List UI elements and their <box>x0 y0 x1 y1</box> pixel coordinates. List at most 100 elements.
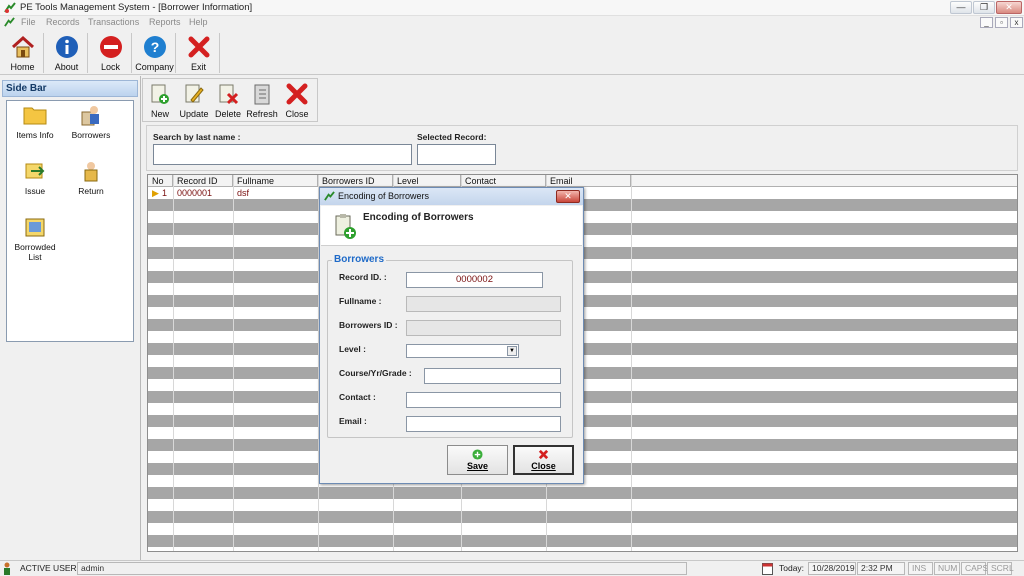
mdi-restore-button[interactable]: ▫ <box>995 17 1008 28</box>
sidebar-item-borrowers[interactable]: Borrowers <box>63 104 119 140</box>
close-label: Close <box>531 461 556 471</box>
save-icon <box>472 449 483 460</box>
column-header[interactable]: Fullname <box>233 175 318 187</box>
active-user-value: admin <box>77 562 687 575</box>
email-label: Email : <box>339 416 367 426</box>
column-header-filler <box>631 175 1017 187</box>
course-label: Course/Yr/Grade : <box>339 368 412 378</box>
column-header[interactable]: Level <box>393 175 461 187</box>
menu-file[interactable]: File <box>21 17 36 27</box>
home-label: Home <box>10 62 35 72</box>
sidebar-item-items-info[interactable]: Items Info <box>7 104 63 140</box>
user-icon <box>81 106 99 126</box>
cell-fullname: dsf <box>237 188 250 198</box>
close-form-button[interactable]: Close <box>281 80 313 120</box>
column-header[interactable]: Contact <box>461 175 546 187</box>
about-label: About <box>54 62 79 72</box>
borrowers-id-field[interactable] <box>406 320 561 336</box>
close-window-button[interactable]: ✕ <box>996 1 1022 14</box>
calendar-icon <box>762 563 773 575</box>
contact-field[interactable] <box>406 392 561 408</box>
column-header[interactable]: Record ID <box>173 175 233 187</box>
minimize-button[interactable]: — <box>950 1 972 14</box>
contact-label: Contact : <box>339 392 376 402</box>
new-button[interactable]: New <box>144 80 176 120</box>
return-icon <box>84 162 98 182</box>
close-icon <box>286 83 308 105</box>
delete-button[interactable]: Delete <box>212 80 244 120</box>
table-row[interactable] <box>148 499 1017 511</box>
dialog-title-bar: Encoding of Borrowers <box>320 188 583 205</box>
ins-indicator: INS <box>908 562 933 575</box>
date-value: 10/28/2019 <box>808 562 856 575</box>
column-header[interactable]: Email <box>546 175 631 187</box>
exit-label: Exit <box>190 62 206 72</box>
new-record-icon <box>151 84 169 104</box>
menu-help[interactable]: Help <box>189 17 208 27</box>
chevron-down-icon[interactable]: ▼ <box>507 346 517 356</box>
folder-icon <box>23 107 47 125</box>
user-icon <box>4 562 10 575</box>
refresh-label: Refresh <box>246 109 278 119</box>
new-record-icon <box>335 214 356 239</box>
sidebar-item-issue[interactable]: Issue <box>7 160 63 196</box>
selected-record-label: Selected Record: <box>417 132 487 142</box>
table-row[interactable] <box>148 547 1017 551</box>
sidebar-item-return[interactable]: Return <box>63 160 119 196</box>
edit-icon <box>185 84 204 103</box>
scrl-indicator: SCRL <box>987 562 1014 575</box>
dialog-close-button[interactable]: ✕ <box>556 190 580 203</box>
time-value: 2:32 PM <box>857 562 905 575</box>
about-button[interactable]: About <box>46 33 88 73</box>
borrowers-id-label: Borrowers ID : <box>339 320 398 330</box>
sidebar-title: Side Bar <box>2 80 138 97</box>
fullname-label: Fullname : <box>339 296 382 306</box>
home-icon <box>11 35 35 58</box>
close-label: Close <box>285 109 309 119</box>
list-icon <box>25 218 45 237</box>
sidebar-item-label: Return <box>78 186 104 196</box>
search-label: Search by last name : <box>153 132 241 142</box>
record-id-field[interactable]: 0000002 <box>406 272 543 288</box>
update-button[interactable]: Update <box>178 80 210 120</box>
refresh-icon <box>254 84 270 105</box>
lock-button[interactable]: Lock <box>90 33 132 73</box>
sidebar-item-label: Issue <box>24 186 46 196</box>
save-label: Save <box>466 461 489 471</box>
table-row[interactable] <box>148 523 1017 535</box>
home-button[interactable]: Home <box>2 33 44 73</box>
dialog-heading: Encoding of Borrowers <box>363 212 474 223</box>
close-icon <box>188 36 210 58</box>
update-label: Update <box>179 109 209 119</box>
mdi-minimize-button[interactable]: _ <box>980 17 993 28</box>
lock-label: Lock <box>100 62 120 72</box>
exit-button[interactable]: Exit <box>178 33 220 73</box>
title-bar: PE Tools Management System - [Borrower I… <box>0 0 1024 16</box>
fieldset-legend: Borrowers <box>332 254 387 265</box>
new-label: New <box>150 109 169 119</box>
menu-records[interactable]: Records <box>46 17 80 27</box>
save-button[interactable]: Save <box>447 445 508 475</box>
sidebar-item-label: Borrowded List <box>14 242 56 262</box>
column-header[interactable]: No <box>148 175 173 187</box>
search-input[interactable] <box>153 144 412 165</box>
dialog-app-icon <box>324 191 335 201</box>
mdi-close-button[interactable]: x <box>1010 17 1023 28</box>
restore-button[interactable]: ❐ <box>973 1 995 14</box>
email-field[interactable] <box>406 416 561 432</box>
course-field[interactable] <box>424 368 561 384</box>
close-button[interactable]: Close <box>513 445 574 475</box>
selected-record-field[interactable] <box>417 144 496 165</box>
active-user-label: ACTIVE USER: <box>20 563 80 573</box>
refresh-button[interactable]: Refresh <box>246 80 278 120</box>
column-header[interactable]: Borrowers ID <box>318 175 393 187</box>
menu-reports[interactable]: Reports <box>149 17 181 27</box>
record-id-label: Record ID. : <box>339 272 387 282</box>
level-select[interactable]: ▼ <box>406 344 519 358</box>
fullname-field[interactable] <box>406 296 561 312</box>
delete-icon <box>219 84 239 105</box>
sidebar-item-borrowed-list[interactable]: Borrowded List <box>7 216 63 262</box>
menu-transactions[interactable]: Transactions <box>88 17 139 27</box>
app-icon <box>4 2 16 13</box>
company-button[interactable]: ? Company <box>134 33 176 73</box>
